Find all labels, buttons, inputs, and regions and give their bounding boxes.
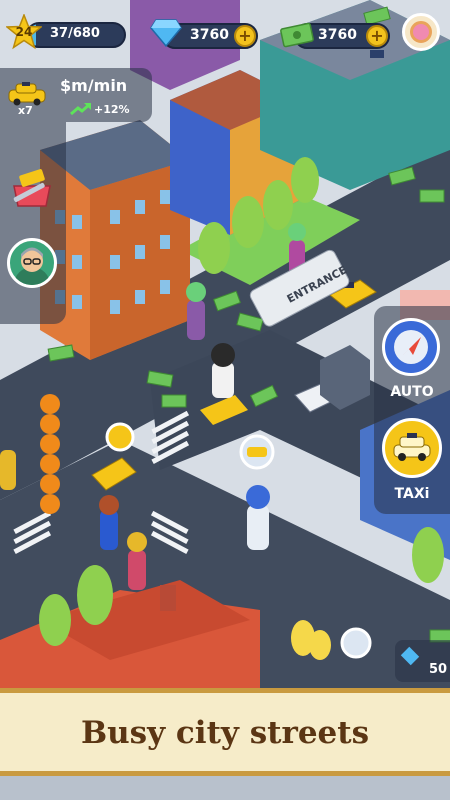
left-tools-panel bbox=[0, 122, 66, 324]
add-gems-button[interactable]: + bbox=[234, 25, 256, 47]
shop-basket-button[interactable] bbox=[8, 164, 56, 212]
xp-text: 37/680 bbox=[50, 26, 100, 41]
cash-count: 3760 bbox=[318, 27, 357, 43]
level-number: 24 bbox=[15, 25, 33, 39]
reward-value: 50 bbox=[429, 662, 448, 677]
cash-counter[interactable]: 3760 + bbox=[280, 22, 392, 50]
taxi-marker bbox=[239, 434, 275, 470]
gem-count: 3760 bbox=[190, 27, 229, 43]
taxi-label: TAXi bbox=[394, 486, 430, 502]
auto-button[interactable] bbox=[382, 318, 440, 376]
compass-icon bbox=[394, 330, 428, 364]
add-cash-button[interactable]: + bbox=[366, 25, 388, 47]
pedestrian bbox=[99, 495, 119, 550]
taxi-button[interactable] bbox=[382, 418, 442, 478]
diamond-icon bbox=[150, 18, 182, 52]
taxi-icon bbox=[393, 433, 431, 461]
manager-avatar-button[interactable] bbox=[7, 238, 57, 288]
level-bar[interactable]: 24 37/680 bbox=[4, 12, 126, 50]
banner-caption: Busy city streets bbox=[80, 715, 370, 751]
diamond-icon bbox=[400, 646, 420, 666]
auto-label: AUTO bbox=[390, 384, 434, 400]
pedestrian bbox=[127, 532, 147, 590]
donut-shop-button[interactable] bbox=[402, 13, 440, 51]
income-label: $m/min bbox=[60, 76, 128, 95]
avatar bbox=[14, 247, 50, 285]
basket-icon bbox=[13, 169, 51, 207]
cash-icon bbox=[280, 22, 316, 52]
taxi-count: x7 bbox=[18, 104, 33, 117]
reward-item[interactable]: 50 bbox=[395, 640, 450, 682]
taxi-marker bbox=[340, 627, 372, 659]
pedestrian bbox=[0, 450, 16, 490]
bottom-strip bbox=[0, 776, 450, 800]
income-change: +12% bbox=[94, 103, 130, 116]
passenger-marker bbox=[105, 422, 135, 452]
passenger-npc bbox=[246, 485, 270, 550]
donut-icon bbox=[410, 21, 432, 43]
pedestrian bbox=[186, 282, 206, 340]
trend-up-icon bbox=[70, 101, 92, 120]
caption-banner: Busy city streets bbox=[0, 688, 450, 776]
gem-counter[interactable]: 3760 + bbox=[150, 19, 260, 50]
